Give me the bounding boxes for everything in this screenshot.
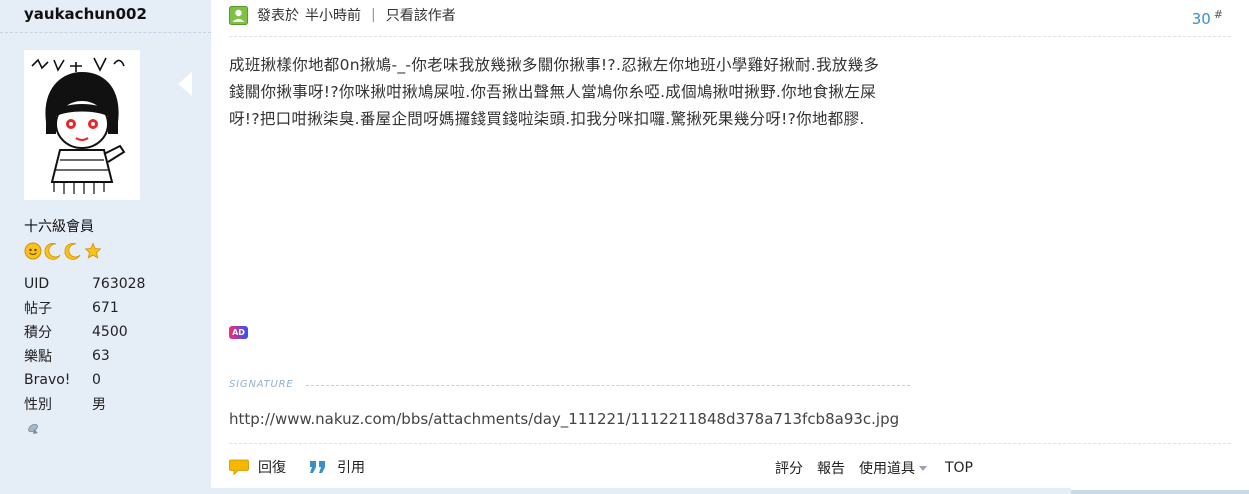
ad-badge[interactable]: AD [229,326,248,339]
satellite-dish-icon[interactable] [26,420,42,436]
posted-label: 發表於 [257,8,299,24]
stat-value: 63 [92,348,110,364]
tools-dropdown[interactable]: 使用道具 [859,458,927,478]
post-body-line: 呀!?把口咁揪柒臭.番屋企問呀媽攞錢買錢啦柒頭.扣我分咪扣囉.驚揪死果幾分呀!?… [229,110,865,128]
author-only-link[interactable]: 只看該作者 [386,5,456,25]
stat-key: 性別 [24,397,52,413]
rank-title: 十六級會員 [24,219,94,235]
post-actions: 回復 引用 [229,457,387,477]
avatar[interactable] [24,50,140,200]
stat-value: 763028 [92,276,146,292]
posted-time: 半小時前 [305,8,361,24]
post-body: 成班揪樣你地都0n揪鳩-_-你老味我放幾揪多關你揪事!?.忍揪左你地班小學雞好揪… [229,52,989,133]
stat-row-points: 積分 4500 [24,320,145,344]
avatar-drawing [24,50,140,200]
sun-icon [24,242,42,260]
stat-value: 671 [92,300,119,316]
stat-key: 樂點 [24,349,52,365]
footer-divider [229,443,1231,444]
header-divider [229,36,1231,37]
rate-button[interactable]: 評分 [775,458,803,478]
stat-row-posts: 帖子 671 [24,296,145,320]
rank-icons [24,242,102,262]
post-body-line: 成班揪樣你地都0n揪鳩-_-你老味我放幾揪多關你揪事!?.忍揪左你地班小學雞好揪… [229,56,880,74]
speech-bubble-icon [229,459,249,476]
speech-bubble-tail [178,72,192,96]
report-button[interactable]: 報告 [817,458,845,478]
moon-icon [64,243,81,260]
signature-label: SIGNATURE [229,379,294,390]
stat-row-uid: UID 763028 [24,272,145,296]
post-meta: 發表於 半小時前 | 只看該作者 [229,4,456,26]
quote-button[interactable]: 引用 [308,457,365,477]
floor-number[interactable]: 30 # [1192,8,1223,28]
moon-icon [44,243,61,260]
author-username[interactable]: yaukachun002 [24,5,147,23]
quote-label: 引用 [337,460,365,476]
top-button[interactable]: TOP [945,460,973,476]
user-post-icon [229,5,248,25]
reply-label: 回復 [258,460,286,476]
stat-key: UID [24,276,50,292]
tools-label: 使用道具 [858,461,915,477]
bottom-strip [211,488,1071,494]
post-tools: 評分 報告 使用道具 TOP [761,458,973,478]
stat-value: 男 [92,397,106,413]
star-icon [84,242,102,259]
quote-icon [310,461,325,473]
author-stats: UID 763028 帖子 671 積分 4500 樂點 63 Bravo! 0… [24,272,145,416]
floor-symbol: # [1213,8,1223,21]
stat-row-fun-points: 樂點 63 [24,344,145,368]
bottom-strip-accent [1071,490,1249,494]
stat-key: 帖子 [24,301,52,317]
signature-divider [306,385,910,386]
stat-value: 4500 [92,324,128,340]
stat-value: 0 [92,372,101,388]
signature-text: http://www.nakuz.com/bbs/attachments/day… [229,410,900,428]
meta-divider: | [371,7,376,23]
stat-key: Bravo! [24,372,71,388]
stat-row-bravo: Bravo! 0 [24,368,145,392]
sidebar-divider [0,32,211,33]
reply-button[interactable]: 回復 [229,457,286,477]
stat-key: 積分 [24,325,52,341]
stat-row-gender: 性別 男 [24,392,145,416]
chevron-down-icon [918,465,927,471]
floor-number-value: 30 [1191,10,1211,28]
post-body-line: 錢關你揪事呀!?你咪揪咁揪鳩屎啦.你吾揪出聲無人當鳩你糸啞.成個鳩揪咁揪野.你地… [229,83,876,101]
